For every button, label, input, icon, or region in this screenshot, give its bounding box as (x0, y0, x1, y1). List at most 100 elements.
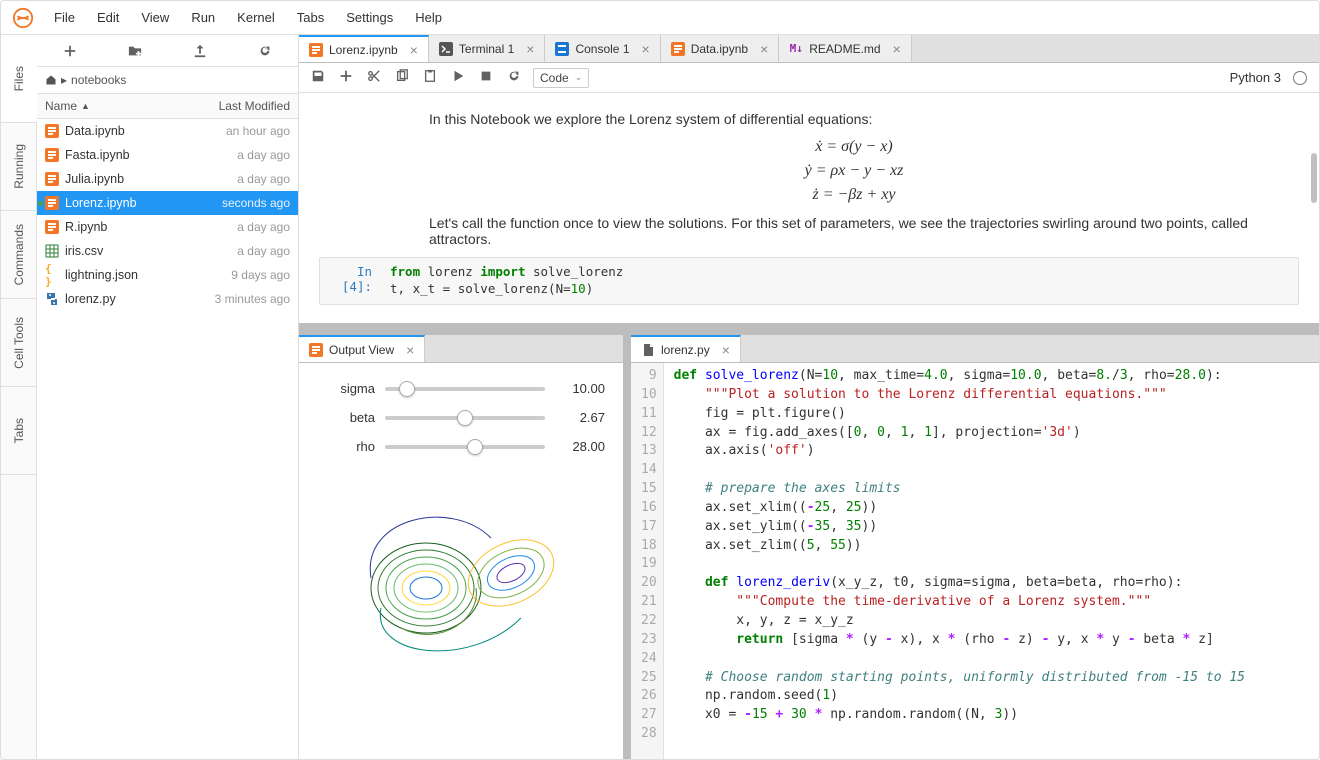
menu-edit[interactable]: Edit (86, 1, 130, 35)
slider-thumb[interactable] (457, 410, 473, 426)
slider-track[interactable] (385, 445, 545, 449)
menu-run[interactable]: Run (180, 1, 226, 35)
save-button[interactable] (311, 69, 325, 86)
kernel-name[interactable]: Python 3 (1230, 70, 1281, 85)
file-modified: an hour ago (226, 124, 290, 138)
tab-readme-md[interactable]: M↓README.md× (779, 35, 912, 62)
side-tab-commands[interactable]: Commands (1, 211, 36, 299)
file-row[interactable]: { }lightning.json9 days ago (37, 263, 298, 287)
menu-help[interactable]: Help (404, 1, 453, 35)
close-icon[interactable]: × (893, 42, 901, 56)
scrollbar-thumb[interactable] (1311, 153, 1317, 203)
console-icon (555, 42, 569, 56)
tab-output-view[interactable]: Output View × (299, 335, 425, 362)
code-editor[interactable]: 9 10 11 12 13 14 15 16 17 18 19 20 21 22… (631, 363, 1319, 759)
breadcrumb-segment[interactable]: notebooks (71, 73, 126, 87)
tab-lorenz-ipynb[interactable]: Lorenz.ipynb× (299, 35, 429, 62)
close-icon[interactable]: × (642, 42, 650, 56)
close-icon[interactable]: × (760, 42, 768, 56)
notebook-icon (309, 343, 323, 357)
slider-track[interactable] (385, 387, 545, 391)
spreadsheet-icon (45, 244, 59, 258)
slider-label: beta (317, 410, 375, 425)
menu-file[interactable]: File (43, 1, 86, 35)
slider-value: 2.67 (555, 410, 605, 425)
file-row[interactable]: Lorenz.ipynbseconds ago (37, 191, 298, 215)
run-button[interactable] (451, 69, 465, 86)
file-modified: 9 days ago (231, 268, 290, 282)
tab-console-1[interactable]: Console 1× (545, 35, 660, 62)
file-modified: 3 minutes ago (215, 292, 290, 306)
close-icon[interactable]: × (722, 343, 730, 357)
file-row[interactable]: iris.csva day ago (37, 239, 298, 263)
refresh-button[interactable] (245, 36, 285, 66)
menu-tabs[interactable]: Tabs (286, 1, 335, 35)
slider-beta[interactable]: beta 2.67 (317, 410, 605, 425)
side-tab-running[interactable]: Running (1, 123, 36, 211)
new-folder-button[interactable] (115, 36, 155, 66)
slider-rho[interactable]: rho 28.00 (317, 439, 605, 454)
cell-type-select[interactable]: Code ⌄ (533, 68, 589, 88)
slider-thumb[interactable] (399, 381, 415, 397)
menu-kernel[interactable]: Kernel (226, 1, 286, 35)
file-row[interactable]: Data.ipynb an hour ago (37, 119, 298, 143)
running-indicator-icon (38, 201, 43, 206)
para-text: Let's call the function once to view the… (429, 215, 1279, 247)
close-icon[interactable]: × (410, 43, 418, 57)
file-name: Fasta.ipynb (65, 148, 130, 162)
new-launcher-button[interactable] (50, 36, 90, 66)
file-row[interactable]: Julia.ipynba day ago (37, 167, 298, 191)
copy-button[interactable] (395, 69, 409, 86)
file-name: lightning.json (65, 268, 138, 282)
markdown-icon: M↓ (789, 42, 803, 56)
col-name[interactable]: Name (45, 99, 77, 113)
editor-body[interactable]: def solve_lorenz(N=10, max_time=4.0, sig… (664, 363, 1255, 759)
slider-track[interactable] (385, 416, 545, 420)
side-tabs: FilesRunningCommandsCell ToolsTabs (1, 35, 37, 759)
file-list: Data.ipynban hour agoFasta.ipynba day ag… (37, 119, 298, 759)
close-icon[interactable]: × (406, 343, 414, 357)
notebook-icon (45, 172, 59, 186)
side-tab-tabs[interactable]: Tabs (1, 387, 36, 475)
slider-label: rho (317, 439, 375, 454)
markdown-cell[interactable]: In this Notebook we explore the Lorenz s… (319, 111, 1299, 247)
slider-value: 28.00 (555, 439, 605, 454)
paste-button[interactable] (423, 69, 437, 86)
notebook-icon (671, 42, 685, 56)
tab-terminal-1[interactable]: Terminal 1× (429, 35, 546, 62)
file-row[interactable]: lorenz.py3 minutes ago (37, 287, 298, 311)
editor-panel: lorenz.py × 9 10 11 12 13 14 15 16 17 18… (631, 335, 1319, 759)
restart-kernel-button[interactable] (507, 69, 521, 86)
side-tab-files[interactable]: Files (1, 35, 36, 123)
side-tab-cell-tools[interactable]: Cell Tools (1, 299, 36, 387)
tab-lorenz-py[interactable]: lorenz.py × (631, 335, 741, 362)
file-name: Data.ipynb (65, 124, 125, 138)
slider-thumb[interactable] (467, 439, 483, 455)
lorenz-plot (317, 468, 605, 688)
file-name: Lorenz.ipynb (65, 196, 137, 210)
intro-text: In this Notebook we explore the Lorenz s… (429, 111, 1279, 127)
upload-button[interactable] (180, 36, 220, 66)
main-tab-bar: Lorenz.ipynb×Terminal 1×Console 1×Data.i… (299, 35, 1319, 63)
notebook-icon (45, 148, 59, 162)
col-modified[interactable]: Last Modified (219, 99, 290, 113)
menu-view[interactable]: View (130, 1, 180, 35)
file-name: Julia.ipynb (65, 172, 124, 186)
python-icon (45, 292, 59, 306)
file-row[interactable]: R.ipynba day ago (37, 215, 298, 239)
equation-block: ẋ = σ(y − x) ẏ = ρx − y − xz ż = −βz + x… (429, 135, 1279, 207)
insert-cell-button[interactable] (339, 69, 353, 86)
file-modified: a day ago (237, 244, 290, 258)
breadcrumb[interactable]: ▸ notebooks (37, 67, 298, 93)
cut-button[interactable] (367, 69, 381, 86)
tab-data-ipynb[interactable]: Data.ipynb× (661, 35, 780, 62)
close-icon[interactable]: × (526, 42, 534, 56)
cell-code[interactable]: from lorenz import solve_lorenz t, x_t =… (380, 258, 1298, 304)
file-modified: a day ago (237, 220, 290, 234)
file-row[interactable]: Fasta.ipynba day ago (37, 143, 298, 167)
dock-area: Lorenz.ipynb×Terminal 1×Console 1×Data.i… (299, 35, 1319, 759)
slider-sigma[interactable]: sigma10.00 (317, 381, 605, 396)
interrupt-button[interactable] (479, 69, 493, 86)
code-cell[interactable]: In [4]: from lorenz import solve_lorenz … (319, 257, 1299, 305)
menu-settings[interactable]: Settings (335, 1, 404, 35)
